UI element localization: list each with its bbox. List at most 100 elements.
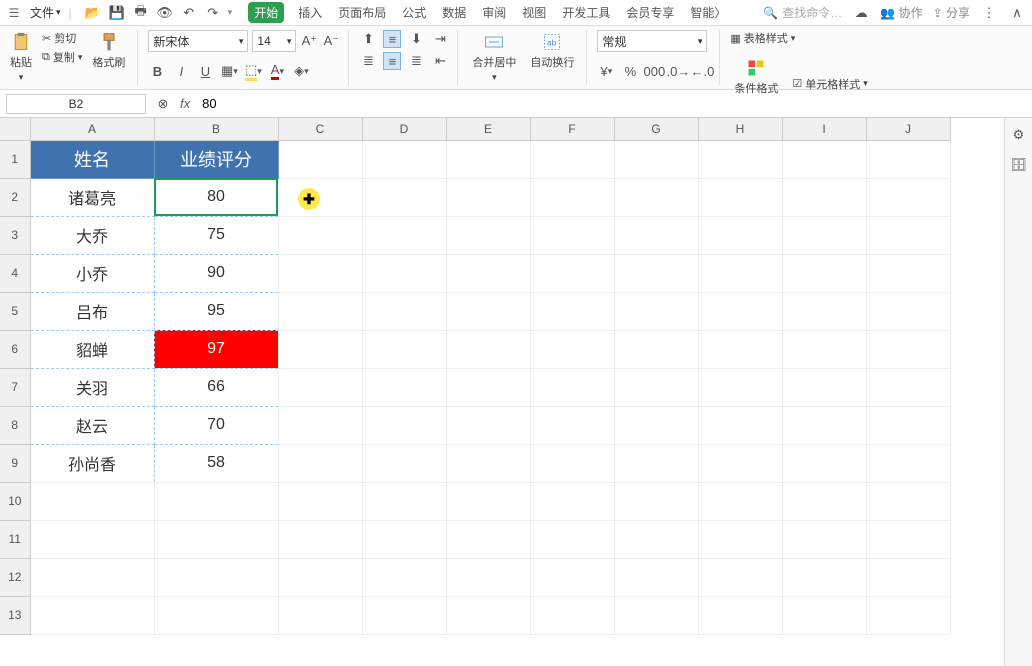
cell[interactable] <box>446 254 530 292</box>
cell[interactable] <box>614 520 698 558</box>
align-left-icon[interactable]: ≣ <box>359 52 377 70</box>
file-menu[interactable]: 文件▾ <box>30 4 61 21</box>
cell[interactable] <box>362 558 446 596</box>
cell[interactable] <box>278 520 362 558</box>
cell[interactable]: 业绩评分 <box>154 140 278 178</box>
align-middle-icon[interactable]: ≡ <box>383 30 401 48</box>
align-bottom-icon[interactable]: ⬇ <box>407 30 425 48</box>
cell[interactable] <box>698 368 782 406</box>
cell[interactable]: 58 <box>154 444 278 482</box>
col-header[interactable]: C <box>278 118 362 140</box>
col-header[interactable]: B <box>154 118 278 140</box>
table-style-button[interactable]: ▦表格样式▾ <box>730 30 795 46</box>
cell[interactable] <box>614 292 698 330</box>
cell[interactable]: 大乔 <box>30 216 154 254</box>
border-button[interactable]: ▦▾ <box>220 62 238 80</box>
cell[interactable] <box>446 216 530 254</box>
cell[interactable] <box>446 140 530 178</box>
format-painter-button[interactable]: 格式刷 <box>88 30 129 72</box>
tab-0[interactable]: 开始 <box>248 2 284 23</box>
cell[interactable] <box>866 140 950 178</box>
cell[interactable] <box>446 368 530 406</box>
row-header[interactable]: 4 <box>0 254 30 292</box>
cell[interactable] <box>278 444 362 482</box>
cell[interactable] <box>614 596 698 634</box>
cell[interactable] <box>782 368 866 406</box>
preview-icon[interactable]: 👁 <box>156 4 174 22</box>
cell[interactable] <box>866 482 950 520</box>
cell[interactable] <box>530 330 614 368</box>
cell[interactable] <box>278 482 362 520</box>
cell[interactable] <box>782 254 866 292</box>
cell[interactable] <box>698 216 782 254</box>
cell[interactable] <box>698 596 782 634</box>
cell[interactable] <box>614 444 698 482</box>
cell[interactable] <box>698 292 782 330</box>
formula-input[interactable] <box>198 94 1026 114</box>
cell[interactable] <box>866 406 950 444</box>
cell[interactable] <box>30 558 154 596</box>
properties-icon[interactable]: ⚙ <box>1010 126 1028 144</box>
cell[interactable]: 孙尚香 <box>30 444 154 482</box>
cell[interactable] <box>154 558 278 596</box>
cell[interactable] <box>866 558 950 596</box>
indent-dec-icon[interactable]: ⇤ <box>431 52 449 70</box>
row-header[interactable]: 5 <box>0 292 30 330</box>
cell[interactable] <box>782 292 866 330</box>
cell[interactable] <box>530 178 614 216</box>
cell[interactable] <box>782 330 866 368</box>
cell[interactable] <box>278 292 362 330</box>
cell[interactable] <box>866 330 950 368</box>
cell[interactable] <box>530 444 614 482</box>
tab-2[interactable]: 页面布局 <box>336 2 388 23</box>
cell[interactable] <box>698 444 782 482</box>
cell[interactable] <box>446 596 530 634</box>
cell[interactable] <box>362 444 446 482</box>
cell[interactable]: 吕布 <box>30 292 154 330</box>
spreadsheet[interactable]: ABCDEFGHIJ 1姓名业绩评分2诸葛亮803大乔754小乔905吕布956… <box>0 118 1004 666</box>
italic-button[interactable]: I <box>172 62 190 80</box>
command-search[interactable]: 🔍查找命令… <box>763 4 842 21</box>
cut-button[interactable]: ✂剪切 <box>42 30 82 46</box>
font-color-button[interactable]: A▾ <box>268 62 286 80</box>
select-all-corner[interactable] <box>0 118 30 140</box>
tab-9[interactable]: 智能〉 <box>688 2 728 23</box>
name-box[interactable]: B2 <box>6 94 146 114</box>
cell[interactable] <box>278 178 362 216</box>
row-header[interactable]: 6 <box>0 330 30 368</box>
fill-color-button[interactable]: ⬚▾ <box>244 62 262 80</box>
cell[interactable] <box>278 558 362 596</box>
cell[interactable] <box>362 140 446 178</box>
cell[interactable]: 75 <box>154 216 278 254</box>
wrap-text-button[interactable]: ab自动换行 <box>526 30 578 72</box>
cell[interactable]: 90 <box>154 254 278 292</box>
row-header[interactable]: 8 <box>0 406 30 444</box>
tab-8[interactable]: 会员专享 <box>624 2 676 23</box>
cell[interactable] <box>530 140 614 178</box>
cell[interactable] <box>782 444 866 482</box>
cell[interactable] <box>446 406 530 444</box>
cell[interactable]: 70 <box>154 406 278 444</box>
cell[interactable]: 姓名 <box>30 140 154 178</box>
cloud-sync-icon[interactable]: ☁ <box>852 4 870 22</box>
col-header[interactable]: J <box>866 118 950 140</box>
paste-button[interactable]: 粘贴▾ <box>6 30 36 85</box>
cell[interactable]: 80 <box>154 178 278 216</box>
cell[interactable]: 关羽 <box>30 368 154 406</box>
row-header[interactable]: 10 <box>0 482 30 520</box>
cell[interactable] <box>698 254 782 292</box>
dec-decimal-icon[interactable]: ←.0 <box>693 62 711 80</box>
cell[interactable] <box>698 482 782 520</box>
row-header[interactable]: 13 <box>0 596 30 634</box>
cell[interactable] <box>782 178 866 216</box>
tab-5[interactable]: 审阅 <box>480 2 508 23</box>
tab-3[interactable]: 公式 <box>400 2 428 23</box>
col-header[interactable]: E <box>446 118 530 140</box>
cell[interactable] <box>446 444 530 482</box>
col-header[interactable]: H <box>698 118 782 140</box>
cell[interactable] <box>782 216 866 254</box>
fx-icon[interactable]: fx <box>180 96 190 111</box>
inc-decimal-icon[interactable]: .0→ <box>669 62 687 80</box>
backup-icon[interactable]: 🗄 <box>1010 156 1028 174</box>
cell[interactable] <box>866 368 950 406</box>
